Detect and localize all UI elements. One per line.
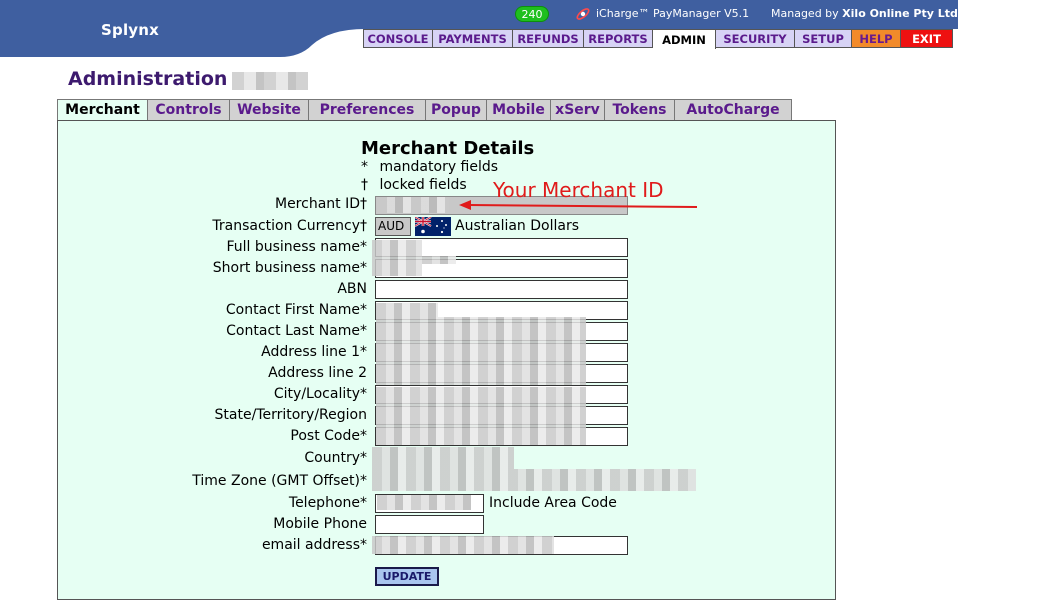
email-label: email address* (261, 537, 367, 553)
tab-xserv[interactable]: xServ (551, 99, 605, 121)
managed-company: Xilo Online Pty Ltd (842, 7, 958, 20)
time-zone-label: Time Zone (GMT Offset)* (192, 473, 367, 489)
mandatory-legend: * mandatory fields (361, 159, 498, 175)
locked-legend: † locked fields (361, 177, 467, 193)
tab-controls[interactable]: Controls (148, 99, 230, 121)
short-business-name-label: Short business name* (212, 260, 367, 276)
redacted-email (372, 536, 554, 554)
nav-security[interactable]: SECURITY (716, 29, 795, 48)
redacted-merchant-name (232, 72, 308, 90)
address-line-1-label: Address line 1* (261, 344, 367, 360)
page-title: Administration (68, 68, 228, 90)
nav-exit[interactable]: EXIT (901, 29, 953, 48)
nav-reports[interactable]: REPORTS (584, 29, 653, 48)
time-zone-select[interactable] (372, 469, 696, 491)
telephone-hint: Include Area Code (489, 495, 617, 511)
managed-prefix: Managed by (771, 7, 839, 20)
tab-merchant[interactable]: Merchant (57, 99, 148, 121)
abn-label: ABN (337, 281, 367, 297)
satellite-icon (576, 8, 590, 20)
nav-admin[interactable]: ADMIN (653, 29, 716, 49)
currency-name: Australian Dollars (455, 218, 580, 234)
nav-help[interactable]: HELP (852, 29, 901, 48)
admin-tabs: Merchant Controls Website Preferences Po… (57, 99, 792, 121)
locked-text: locked fields (379, 177, 467, 193)
redacted-business-names (372, 240, 422, 276)
redacted-business-names-2 (422, 256, 456, 264)
post-code-label: Post Code* (290, 428, 367, 444)
currency-label: Transaction Currency† (212, 218, 367, 234)
currency-code: AUD (375, 217, 411, 236)
section-title: Merchant Details (361, 138, 535, 159)
redacted-merchant-id (377, 197, 449, 213)
product-name: iCharge™ PayManager V5.1 (596, 7, 750, 20)
nav-console[interactable]: CONSOLE (363, 29, 433, 48)
managed-by: Managed by Xilo Online Pty Ltd (771, 7, 958, 20)
tab-mobile[interactable]: Mobile (487, 99, 551, 121)
redacted-locality-block (376, 387, 586, 445)
country-label: Country* (304, 450, 367, 466)
main-nav: CONSOLE PAYMENTS REFUNDS REPORTS ADMIN S… (363, 29, 953, 49)
city-label: City/Locality* (273, 386, 367, 402)
address-line-2-label: Address line 2 (268, 365, 367, 381)
merchant-id-label: Merchant ID† (274, 196, 367, 212)
country-select[interactable] (372, 447, 514, 469)
telephone-label: Telephone* (288, 495, 367, 511)
mobile-phone-input[interactable] (375, 515, 484, 534)
mobile-phone-label: Mobile Phone (273, 516, 367, 532)
mandatory-text: mandatory fields (379, 159, 499, 175)
app-header: Splynx 240 iCharge™ PayManager V5.1 Mana… (0, 0, 958, 57)
tab-tokens[interactable]: Tokens (605, 99, 675, 121)
full-business-name-label: Full business name* (226, 239, 367, 255)
tab-popup[interactable]: Popup (426, 99, 487, 121)
mandatory-mark: * (361, 159, 368, 175)
nav-payments[interactable]: PAYMENTS (433, 29, 513, 48)
tab-preferences[interactable]: Preferences (309, 99, 426, 121)
notification-counter[interactable]: 240 (515, 6, 549, 22)
nav-refunds[interactable]: REFUNDS (513, 29, 584, 48)
nav-setup[interactable]: SETUP (795, 29, 852, 48)
redacted-first-name (376, 303, 438, 317)
contact-first-name-label: Contact First Name* (225, 302, 367, 318)
brand-name[interactable]: Splynx (101, 21, 159, 39)
redacted-address-block (376, 317, 586, 385)
state-label: State/Territory/Region (214, 407, 367, 423)
callout-arrow-icon (459, 200, 698, 210)
contact-last-name-label: Contact Last Name* (226, 323, 367, 339)
tab-website[interactable]: Website (230, 99, 309, 121)
redacted-telephone (377, 495, 471, 510)
australia-flag-icon (415, 217, 451, 236)
update-button[interactable]: UPDATE (375, 567, 439, 586)
locked-mark: † (361, 177, 368, 193)
tab-autocharge[interactable]: AutoCharge (675, 99, 792, 121)
abn-input[interactable] (375, 280, 628, 299)
